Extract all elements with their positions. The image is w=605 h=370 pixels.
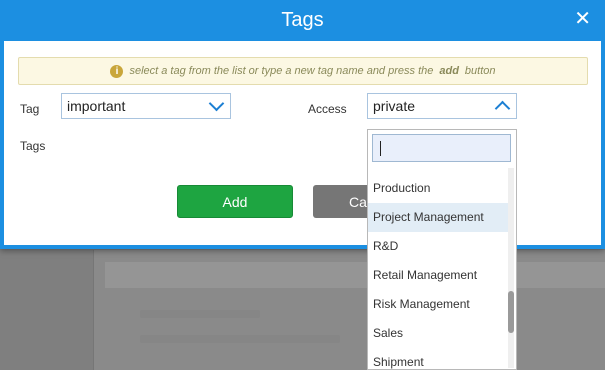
- close-icon[interactable]: ✕: [574, 8, 591, 30]
- dropdown-item[interactable]: Sales: [368, 319, 508, 348]
- scrollbar-thumb[interactable]: [508, 291, 514, 333]
- info-banner: i select a tag from the list or type a n…: [18, 57, 588, 85]
- text-cursor: [380, 141, 381, 156]
- info-icon: i: [110, 64, 124, 78]
- tags-label: Tags: [20, 139, 46, 153]
- chevron-up-icon: [494, 100, 511, 117]
- access-dropdown: Production Project Management R&D Retail…: [367, 129, 517, 370]
- dropdown-item[interactable]: Production: [368, 174, 508, 203]
- dialog-border-right: [601, 41, 605, 249]
- info-text-before: select a tag from the list or type a new…: [129, 65, 434, 77]
- access-select[interactable]: private: [367, 93, 517, 119]
- access-select-value: private: [373, 98, 416, 114]
- dropdown-item[interactable]: Shipment: [368, 348, 508, 369]
- dropdown-item[interactable]: Retail Management: [368, 261, 508, 290]
- tag-select[interactable]: important: [61, 93, 231, 119]
- dropdown-item-highlighted[interactable]: Project Management: [368, 203, 508, 232]
- tag-label: Tag: [20, 102, 40, 116]
- dropdown-item[interactable]: R&D: [368, 232, 508, 261]
- dropdown-list: Production Project Management R&D Retail…: [368, 174, 508, 369]
- add-button[interactable]: Add: [177, 185, 293, 218]
- info-text-bold: add: [439, 65, 459, 77]
- dialog-border-left: [0, 41, 4, 249]
- background-header: [105, 262, 605, 288]
- background-text: [140, 335, 340, 343]
- chevron-down-icon: [208, 95, 225, 112]
- dropdown-scrollbar[interactable]: [508, 168, 514, 368]
- dropdown-search-input[interactable]: [372, 134, 511, 162]
- dialog-title: Tags: [281, 9, 324, 31]
- dropdown-item[interactable]: Risk Management: [368, 290, 508, 319]
- access-label: Access: [308, 102, 347, 116]
- tag-select-value: important: [67, 98, 126, 114]
- info-text-after: button: [464, 65, 496, 77]
- dialog-titlebar: Tags ✕: [0, 0, 605, 41]
- background-text: [140, 310, 260, 318]
